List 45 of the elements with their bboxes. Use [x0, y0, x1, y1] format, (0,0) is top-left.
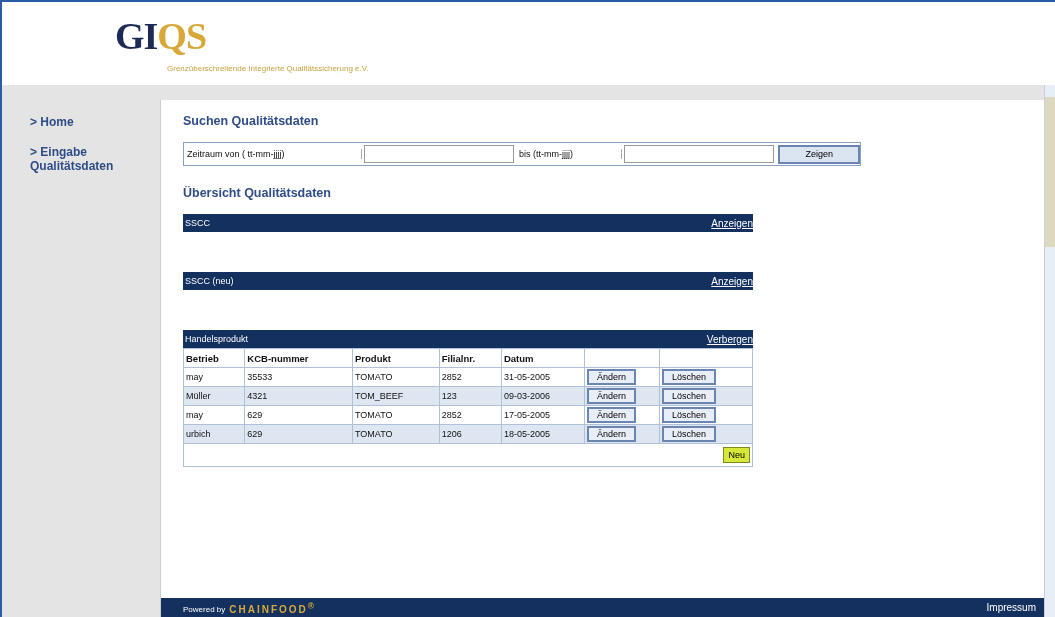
section-label: SSCC: [185, 218, 210, 228]
field-label: Zeitraum von ( tt-mm-jjjj): [184, 149, 362, 159]
edit-button[interactable]: Ändern: [587, 369, 637, 385]
powered-by-label: Powered by: [183, 605, 226, 615]
column-header: Datum: [501, 348, 585, 368]
logo: GIQS: [115, 16, 208, 56]
delete-button[interactable]: Löschen: [662, 426, 717, 442]
column-header: Produkt: [352, 348, 440, 368]
new-button[interactable]: Neu: [723, 447, 750, 463]
table-cell: 35533: [244, 367, 353, 387]
delete-button[interactable]: Löschen: [662, 369, 717, 385]
table-cell: TOMATO: [352, 367, 440, 387]
sidebar-link[interactable]: > Home: [30, 115, 140, 129]
table-cell: 2852: [439, 405, 502, 425]
table-cell: TOMATO: [352, 405, 440, 425]
toggle-link[interactable]: Anzeigen: [711, 217, 753, 229]
scrollbar[interactable]: [1044, 85, 1055, 617]
show-button[interactable]: Zeigen: [778, 144, 860, 164]
column-header: KCB-nummer: [244, 348, 353, 368]
table-cell: 629: [244, 405, 353, 425]
delete-button[interactable]: Löschen: [662, 388, 717, 404]
field-label: bis (tt-mm-jjjj): [516, 149, 623, 159]
table-cell: 2852: [439, 367, 502, 387]
tagline: Grenzüberschreitende Integrierte Qualitätssicherung e.V.: [167, 64, 370, 73]
column-header: Filialnr.: [439, 348, 502, 368]
table-cell: 31-05-2005: [501, 367, 585, 387]
table-cell: may: [183, 367, 245, 387]
sidebar-link[interactable]: > Eingabe Qualitätsdaten: [30, 145, 140, 173]
brand-logo: CHAINFOOD$^{®}$: [229, 603, 316, 615]
impressum-link[interactable]: Impressum: [986, 602, 1036, 613]
section-label: SSCC (neu): [185, 276, 234, 286]
delete-button[interactable]: Löschen: [662, 407, 717, 423]
toggle-link[interactable]: Verbergen: [706, 333, 753, 345]
section-title: Suchen Qualitätsdaten: [183, 114, 320, 128]
date-field[interactable]: [624, 145, 775, 163]
edit-button[interactable]: Ändern: [587, 407, 637, 423]
section-label: Handelsprodukt: [185, 334, 249, 344]
section-title: Übersicht Qualitätsdaten: [183, 186, 332, 200]
toggle-link[interactable]: Anzeigen: [711, 275, 753, 287]
table-cell: 17-05-2005: [501, 405, 585, 425]
date-field[interactable]: [364, 145, 514, 163]
edit-button[interactable]: Ändern: [587, 388, 637, 404]
table-cell: may: [183, 405, 245, 425]
column-header: Betrieb: [183, 348, 245, 368]
edit-button[interactable]: Ändern: [587, 426, 637, 442]
